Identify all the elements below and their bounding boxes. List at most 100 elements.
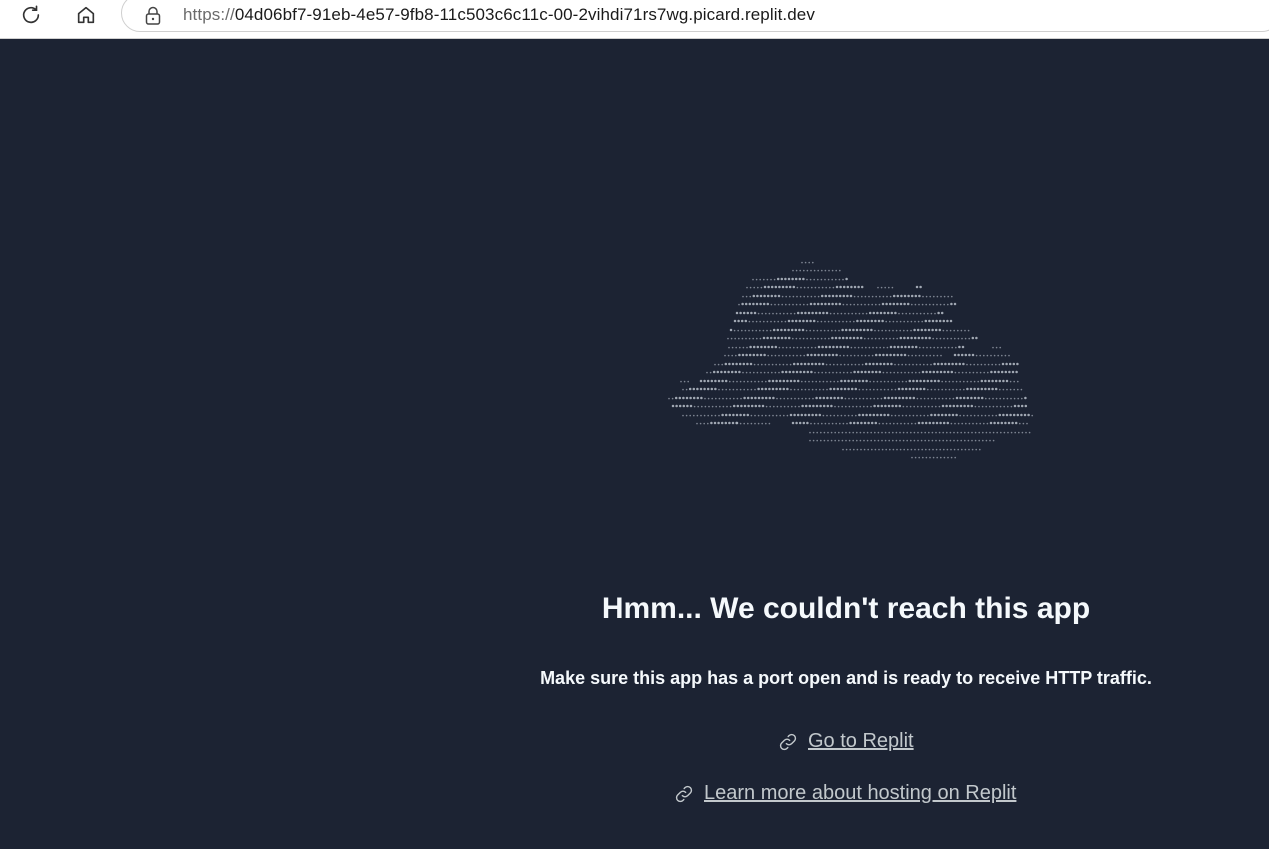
ascii-dot: [967, 439, 970, 442]
ascii-dot: [970, 396, 973, 400]
ascii-dot: [1000, 431, 1002, 434]
ascii-dot: [841, 405, 843, 408]
ascii-dot: [710, 421, 713, 425]
ascii-dot: [938, 319, 942, 323]
reload-button[interactable]: [15, 1, 47, 29]
ascii-dot: [989, 405, 991, 408]
ascii-dot: [839, 345, 842, 349]
ascii-dot: [923, 397, 926, 400]
ascii-dot: [849, 303, 852, 306]
ascii-dot: [730, 370, 734, 374]
ascii-dot: [1017, 404, 1020, 408]
ascii-dot: [799, 337, 801, 340]
ascii-dot: [900, 371, 903, 374]
ascii-dot: [784, 336, 787, 340]
ascii-dot: [1014, 431, 1016, 434]
ascii-dot: [913, 336, 917, 340]
ascii-dot: [760, 387, 764, 391]
address-bar[interactable]: https://04d06bf7-91eb-4e57-9fb8-11c503c6…: [121, 0, 1269, 32]
ascii-dot: [910, 336, 913, 340]
ascii-dot: [729, 380, 731, 383]
ascii-dot: [886, 413, 890, 417]
ascii-dot: [745, 353, 748, 357]
ascii-dot: [841, 431, 844, 434]
ascii-dot: [880, 397, 883, 400]
ascii-dot: [742, 413, 746, 417]
ascii-dot: [914, 294, 918, 298]
ascii-dot: [973, 396, 977, 400]
ascii-dot: [746, 362, 749, 366]
ascii-dot: [838, 431, 840, 434]
hosting-link-row[interactable]: Learn more about hosting on Replit: [674, 782, 1016, 805]
go-to-replit-link-row[interactable]: Go to Replit: [778, 730, 914, 753]
ascii-dot: [724, 379, 728, 383]
ascii-dot: [800, 346, 802, 349]
ascii-dot: [687, 380, 689, 383]
ascii-dot: [877, 431, 880, 434]
ascii-dot: [760, 371, 762, 374]
ascii-dot: [798, 277, 802, 281]
ascii-dot: [961, 345, 965, 349]
url-text[interactable]: https://04d06bf7-91eb-4e57-9fb8-11c503c6…: [183, 5, 815, 25]
ascii-dot: [998, 363, 1001, 366]
ascii-dot: [786, 414, 789, 417]
ascii-dot: [743, 404, 747, 408]
ascii-dot: [955, 413, 958, 417]
ascii-dot: [763, 285, 767, 289]
ascii-dot: [863, 431, 865, 434]
ascii-dot: [1013, 397, 1016, 400]
ascii-dot: [904, 387, 908, 391]
learn-more-hosting-link[interactable]: Learn more about hosting on Replit: [704, 782, 1016, 805]
ascii-dot: [922, 346, 925, 349]
ascii-dot: [889, 337, 891, 340]
url-scheme: https://: [183, 5, 235, 24]
ascii-dot: [882, 422, 884, 425]
ascii-dot: [856, 448, 859, 451]
ascii-dot: [903, 302, 906, 306]
ascii-dot: [739, 413, 742, 417]
ascii-dot: [933, 346, 935, 349]
ascii-dot: [910, 439, 912, 442]
ascii-dot: [824, 337, 826, 340]
ascii-dot: [966, 380, 969, 383]
ascii-dot: [899, 320, 902, 323]
ascii-dot: [906, 431, 908, 434]
ascii-dot: [915, 354, 917, 357]
ascii-dot: [917, 336, 921, 340]
ascii-dot: [949, 431, 952, 434]
ascii-dot: [825, 311, 829, 315]
ascii-dot: [935, 431, 937, 434]
ascii-dot: [863, 405, 865, 408]
ascii-dot: [797, 388, 799, 391]
ascii-dot: [748, 329, 750, 332]
ascii-dot: [895, 439, 898, 442]
ascii-dot: [696, 414, 699, 417]
ascii-dot: [778, 387, 782, 391]
ascii-dot: [896, 294, 900, 298]
ascii-dot: [914, 422, 917, 425]
ascii-dot: [871, 354, 874, 357]
home-button[interactable]: [70, 1, 102, 29]
ascii-dot: [952, 388, 954, 391]
lock-icon[interactable]: [144, 6, 162, 26]
ascii-dot: [752, 278, 754, 281]
ascii-dot: [876, 311, 879, 315]
ascii-dot: [810, 362, 814, 366]
link-icon: [779, 733, 797, 750]
ascii-dot: [914, 345, 918, 349]
ascii-dot: [784, 370, 788, 374]
ascii-dot: [859, 328, 862, 332]
go-to-replit-link[interactable]: Go to Replit: [808, 730, 914, 753]
ascii-dot: [859, 439, 862, 442]
ascii-dot: [847, 387, 850, 391]
ascii-dot: [870, 421, 874, 425]
ascii-dot: [964, 329, 966, 332]
ascii-dot: [703, 422, 705, 425]
ascii-dot: [830, 404, 833, 408]
ascii-dot: [794, 277, 798, 281]
ascii-dot: [770, 294, 774, 298]
ascii-dot: [821, 345, 824, 349]
ascii-dot: [747, 380, 749, 383]
ascii-dot: [814, 311, 818, 315]
ascii-dot: [927, 414, 929, 417]
